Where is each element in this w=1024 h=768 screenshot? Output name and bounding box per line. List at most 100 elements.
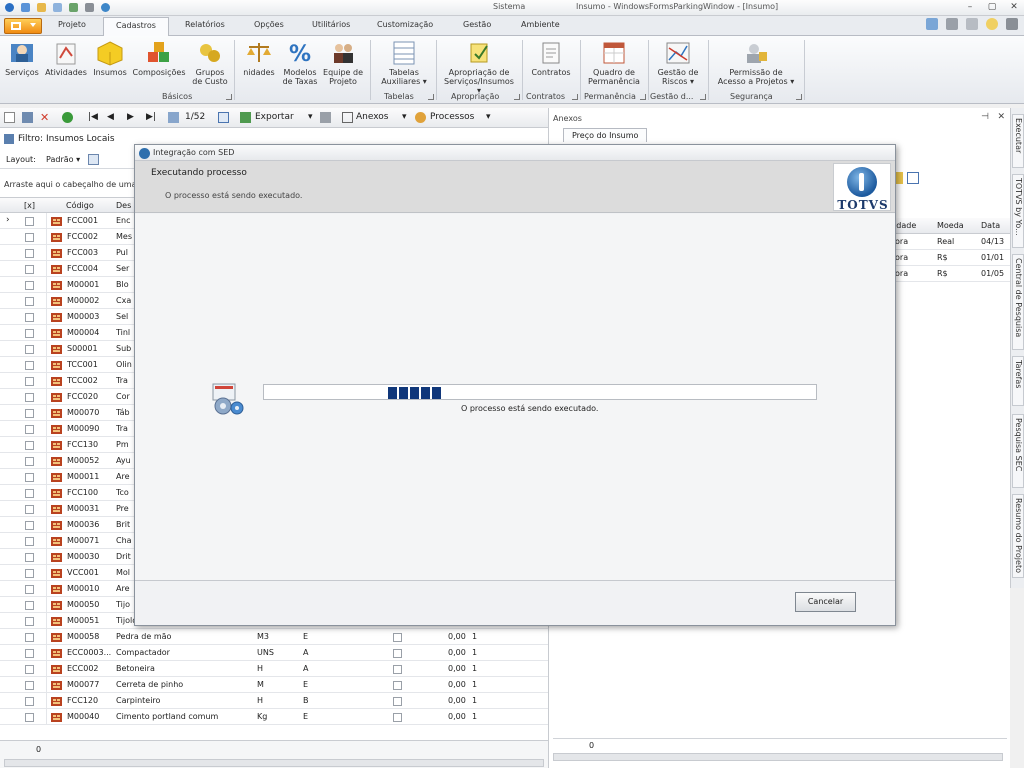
row-checkbox[interactable]	[25, 233, 34, 242]
gestao-de-riscos-button[interactable]: Gestão de Riscos ▾	[652, 40, 704, 86]
column-description[interactable]: Des	[116, 201, 131, 210]
row-checkbox[interactable]	[25, 217, 34, 226]
tab-projeto[interactable]: Projeto	[58, 20, 86, 29]
close-pane-icon[interactable]: ✕	[997, 112, 1005, 122]
dialog-launcher-icon[interactable]	[514, 94, 520, 100]
row-checkbox[interactable]	[25, 521, 34, 530]
row-checkbox[interactable]	[25, 681, 34, 690]
grupos-de-custo-button[interactable]: Grupos de Custo	[190, 40, 230, 86]
row-checkbox[interactable]	[25, 713, 34, 722]
help-icon[interactable]	[926, 18, 938, 30]
row-checkbox[interactable]	[25, 377, 34, 386]
maximize-icon[interactable]: ▢	[986, 1, 998, 13]
dialog-launcher-icon[interactable]	[640, 94, 646, 100]
row-flag-checkbox[interactable]	[393, 649, 402, 658]
table-row[interactable]: ECC002 Betoneira H A 0,00 1	[0, 661, 548, 677]
dialog-launcher-icon[interactable]	[428, 94, 434, 100]
app-logo-icon[interactable]	[2, 1, 16, 14]
row-checkbox[interactable]	[25, 329, 34, 338]
next-record-icon[interactable]: ▶	[127, 112, 138, 123]
dock-tab-tarefas[interactable]: Tarefas	[1012, 356, 1024, 406]
layout-select[interactable]: Padrão ▾	[46, 155, 80, 164]
grid-view-icon[interactable]	[218, 112, 229, 123]
print-icon[interactable]	[320, 112, 331, 123]
tab-relatorios[interactable]: Relatórios	[185, 20, 225, 29]
horizontal-scrollbar[interactable]	[553, 753, 1003, 761]
filter-label[interactable]: Filtro: Insumos Locais	[18, 134, 115, 144]
previous-record-icon[interactable]: ◀	[107, 112, 118, 123]
edit-icon[interactable]	[22, 112, 33, 123]
minimize-icon[interactable]: –	[964, 1, 976, 13]
atividades-button[interactable]: Atividades	[44, 40, 88, 77]
tabelas-auxiliares-button[interactable]: Tabelas Auxiliares ▾	[378, 40, 430, 86]
quadro-de-permanencia-button[interactable]: Quadro de Permanência	[586, 40, 642, 86]
horizontal-scrollbar[interactable]	[4, 759, 544, 767]
table-row[interactable]: M00040 Cimento portland comum Kg E 0,00 1	[0, 709, 548, 725]
tab-preco-do-insumo[interactable]: Preço do Insumo	[563, 128, 648, 142]
row-checkbox[interactable]	[25, 697, 34, 706]
refresh-icon[interactable]	[62, 112, 73, 123]
row-checkbox[interactable]	[25, 553, 34, 562]
delete-icon[interactable]: ✕	[40, 112, 51, 123]
column-moeda[interactable]: Moeda	[937, 221, 964, 230]
permissao-de-acesso-button[interactable]: Permissão de Acesso a Projetos ▾	[712, 40, 800, 86]
dialog-launcher-icon[interactable]	[700, 94, 706, 100]
processes-button[interactable]: Processos	[430, 112, 474, 122]
filter-icon[interactable]	[4, 134, 14, 144]
row-checkbox[interactable]	[25, 425, 34, 434]
row-checkbox[interactable]	[25, 649, 34, 658]
row-flag-checkbox[interactable]	[393, 633, 402, 642]
row-checkbox[interactable]	[25, 393, 34, 402]
composicoes-button[interactable]: Composições	[132, 40, 186, 77]
row-checkbox[interactable]	[25, 265, 34, 274]
column-data[interactable]: Data	[981, 221, 1000, 230]
dock-tab-totvs[interactable]: TOTVS by Yo...	[1012, 174, 1024, 248]
tab-ambiente[interactable]: Ambiente	[521, 20, 560, 29]
row-checkbox[interactable]	[25, 409, 34, 418]
close-icon[interactable]: ✕	[1008, 1, 1020, 13]
row-checkbox[interactable]	[25, 489, 34, 498]
table-row[interactable]: FCC120 Carpinteiro H B 0,00 1	[0, 693, 548, 709]
row-flag-checkbox[interactable]	[393, 697, 402, 706]
find-icon[interactable]	[168, 112, 179, 123]
dialog-launcher-icon[interactable]	[226, 94, 232, 100]
dialog-launcher-icon[interactable]	[572, 94, 578, 100]
tab-gestao[interactable]: Gestão	[463, 20, 491, 29]
row-checkbox[interactable]	[25, 569, 34, 578]
unidades-button[interactable]: nidades	[240, 40, 278, 77]
table-row[interactable]: ECC0003... Compactador UNS A 0,00 1	[0, 645, 548, 661]
row-flag-checkbox[interactable]	[393, 681, 402, 690]
row-checkbox[interactable]	[25, 345, 34, 354]
apropriacao-button[interactable]: Apropriação de Serviços/Insumos ▾	[442, 40, 516, 95]
tab-customizacao[interactable]: Customização	[377, 20, 433, 29]
equipe-de-projeto-button[interactable]: Equipe de Projeto	[320, 40, 366, 86]
table-row[interactable]: Hora R$ 01/05	[889, 266, 1011, 282]
row-checkbox[interactable]	[25, 457, 34, 466]
window-icon[interactable]	[50, 1, 64, 14]
view-icon[interactable]	[966, 18, 978, 30]
table-row[interactable]: M00058 Pedra de mão M3 E 0,00 1	[0, 629, 548, 645]
export-button[interactable]: Exportar	[255, 112, 294, 122]
last-record-icon[interactable]: ▶|	[146, 112, 157, 123]
row-checkbox[interactable]	[25, 505, 34, 514]
row-checkbox[interactable]	[25, 585, 34, 594]
tab-cadastros[interactable]: Cadastros	[103, 17, 169, 37]
dock-tab-executar[interactable]: Executar	[1012, 114, 1024, 168]
row-flag-checkbox[interactable]	[393, 713, 402, 722]
export-dropdown-icon[interactable]: ▾	[308, 112, 313, 122]
contratos-button[interactable]: Contratos	[528, 40, 574, 77]
text-icon[interactable]	[907, 172, 919, 184]
row-checkbox[interactable]	[25, 617, 34, 626]
row-flag-checkbox[interactable]	[393, 665, 402, 674]
folder-icon[interactable]	[34, 1, 48, 14]
attachments-button[interactable]: Anexos	[356, 112, 388, 122]
save-layout-icon[interactable]	[88, 154, 99, 165]
insumos-button[interactable]: Insumos	[92, 40, 128, 77]
refresh-icon[interactable]	[18, 1, 32, 14]
processes-dropdown-icon[interactable]: ▾	[486, 112, 491, 122]
attachments-dropdown-icon[interactable]: ▾	[402, 112, 407, 122]
servicos-button[interactable]: Serviços	[4, 40, 40, 77]
row-checkbox[interactable]	[25, 313, 34, 322]
globe-icon[interactable]	[98, 1, 112, 14]
dock-tab-pesquisa-sec[interactable]: Pesquisa SEC	[1012, 414, 1024, 488]
